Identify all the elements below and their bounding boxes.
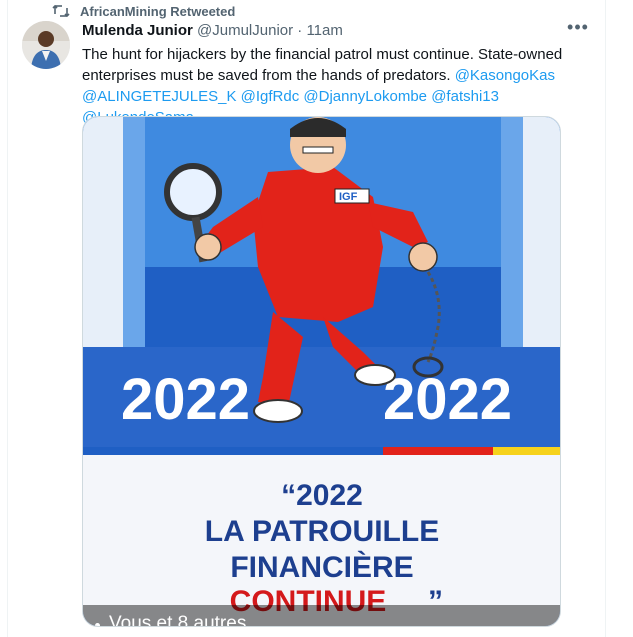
- author-handle[interactable]: @JumulJunior: [197, 22, 293, 39]
- author-name[interactable]: Mulenda Junior: [82, 22, 193, 39]
- retweet-label: AfricanMining Retweeted: [80, 3, 236, 19]
- more-icon[interactable]: •••: [565, 18, 591, 40]
- avatar[interactable]: [22, 21, 70, 69]
- mention-link[interactable]: @ALINGETEJULES_K: [82, 88, 236, 105]
- mention-link[interactable]: @KasongoKas: [455, 67, 555, 84]
- mention-link[interactable]: @fatshi13: [431, 88, 499, 105]
- mention-link[interactable]: @IgfRdc: [241, 88, 300, 105]
- igf-badge: IGF: [339, 191, 358, 203]
- retweet-context[interactable]: AfricanMining Retweeted: [52, 3, 236, 19]
- caption-line-2: LA PATROUILLE: [205, 515, 439, 548]
- tweet-header: Mulenda Junior @JumulJunior · 11am: [82, 22, 343, 39]
- retweet-icon: [52, 4, 70, 18]
- caption-line-1: “2022: [281, 479, 363, 512]
- poster-year-right: 2022: [383, 367, 512, 432]
- header-separator: ·: [297, 22, 303, 39]
- tweet-media[interactable]: 2022 2022 IGF “2022 LA PATROUILLE FINANC…: [82, 116, 561, 627]
- tweet-time[interactable]: 11am: [306, 22, 342, 39]
- poster-image: 2022 2022 IGF “2022 LA PATROUILLE FINANC…: [83, 117, 560, 626]
- tagged-users-label[interactable]: Vous et 8 autres: [109, 613, 246, 626]
- poster-year-left: 2022: [121, 367, 250, 432]
- caption-line-3: FINANCIÈRE: [230, 550, 413, 584]
- mention-link[interactable]: @DjannyLokombe: [303, 88, 427, 105]
- tagged-users-icon: [95, 623, 100, 626]
